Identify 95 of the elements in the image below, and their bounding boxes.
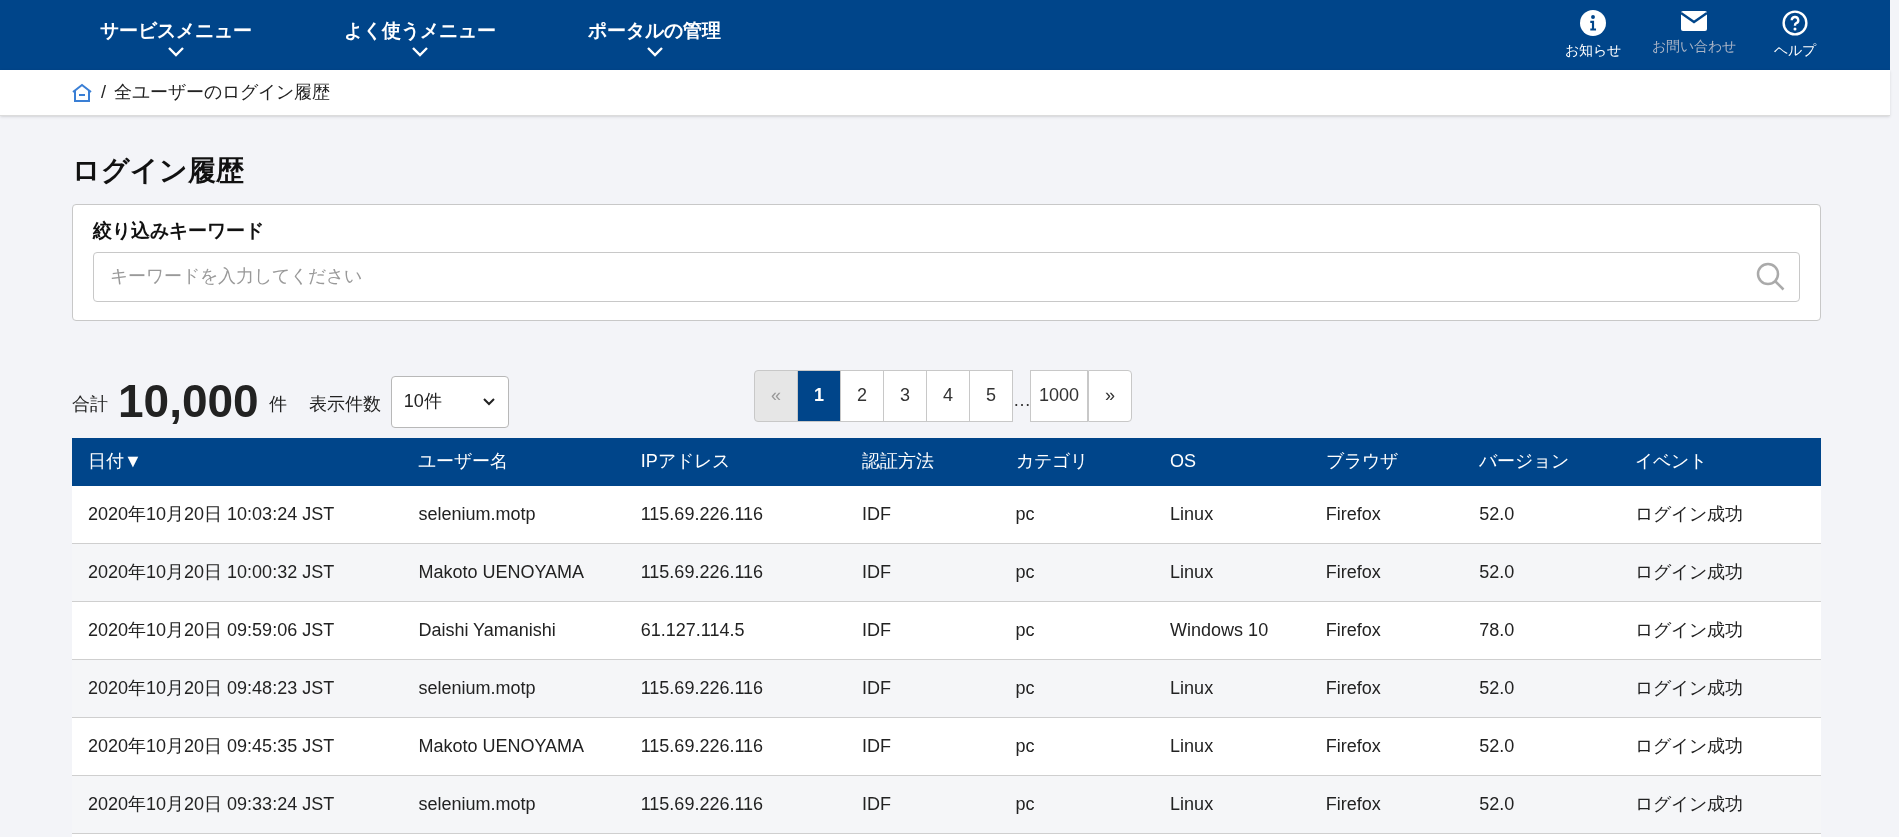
table-cell: 2020年10月20日 09:59:06 JST <box>72 601 403 660</box>
column-header: イベント <box>1618 437 1821 486</box>
table-cell: 2020年10月20日 10:00:32 JST <box>72 543 403 602</box>
total-count: 10,000 <box>118 377 259 428</box>
table-cell: ログイン成功 <box>1618 717 1821 776</box>
table-cell: ログイン成功 <box>1618 543 1821 602</box>
page-number-button[interactable]: 3 <box>883 369 927 422</box>
table-cell: Firefox <box>1309 717 1464 776</box>
page-number-button[interactable]: 4 <box>926 369 970 422</box>
breadcrumb-current: 全ユーザーのログイン履歴 <box>114 81 330 104</box>
table-cell: 2020年10月20日 09:48:23 JST <box>72 659 403 718</box>
table-cell: pc <box>999 543 1155 602</box>
page-number-button[interactable]: 1 <box>797 369 841 422</box>
table-cell: selenium.motp <box>402 659 625 718</box>
table-cell: 115.69.226.116 <box>624 659 846 718</box>
table-cell: IDF <box>845 659 1000 718</box>
table-cell: 115.69.226.116 <box>624 775 846 834</box>
table-cell: selenium.motp <box>402 485 625 544</box>
chevron-down-icon <box>411 45 429 57</box>
help-icon <box>1782 9 1808 36</box>
table-cell: Firefox <box>1309 601 1464 660</box>
table-cell: pc <box>999 601 1155 660</box>
next-page-button[interactable]: » <box>1088 369 1133 422</box>
table-cell: 52.0 <box>1463 543 1619 602</box>
table-cell: Windows 10 <box>1154 601 1310 660</box>
nav-action-button[interactable]: お知らせ <box>1560 9 1626 61</box>
table-cell: Firefox <box>1309 485 1464 544</box>
table-cell: Firefox <box>1309 775 1464 834</box>
nav-menu-button[interactable]: よく使うメニュー <box>344 13 496 57</box>
table-cell: ログイン成功 <box>1618 601 1821 660</box>
column-header: OS <box>1154 437 1310 486</box>
page-title: ログイン履歴 <box>72 154 245 188</box>
page-size-select[interactable]: 10件 <box>390 375 509 428</box>
breadcrumb-separator: / <box>101 81 106 104</box>
search-icon[interactable] <box>1756 261 1786 292</box>
table-cell: IDF <box>845 543 1000 602</box>
column-header: 認証方法 <box>845 437 1000 486</box>
column-header: バージョン <box>1463 437 1619 486</box>
table-cell: ログイン成功 <box>1618 485 1821 544</box>
table-cell: 52.0 <box>1463 717 1619 776</box>
count-unit: 件 <box>268 392 287 416</box>
table-cell: 115.69.226.116 <box>624 543 846 602</box>
total-label: 合計 <box>72 392 108 416</box>
table-cell: Makoto UENOYAMA <box>402 717 625 776</box>
table-cell: Firefox <box>1309 543 1464 602</box>
table-cell: 115.69.226.116 <box>624 717 846 776</box>
column-header: ブラウザ <box>1309 437 1464 486</box>
table-cell: pc <box>999 717 1155 776</box>
page-number-button[interactable]: 5 <box>969 369 1013 422</box>
table-cell: Linux <box>1154 543 1310 602</box>
table-cell: 2020年10月20日 09:45:35 JST <box>72 717 403 776</box>
table-cell: pc <box>999 659 1155 718</box>
column-header: ユーザー名 <box>402 437 625 486</box>
table-cell: Linux <box>1154 717 1310 776</box>
table-cell: 115.69.226.116 <box>624 485 846 544</box>
chevron-down-icon <box>645 45 664 57</box>
table-cell: 61.127.114.5 <box>624 601 846 660</box>
table-cell: IDF <box>845 717 1000 776</box>
table-cell: Linux <box>1154 485 1310 544</box>
nav-menu-button[interactable]: ポータルの管理 <box>588 13 721 57</box>
page-size-label: 表示件数 <box>308 392 381 416</box>
info-icon <box>1580 9 1606 36</box>
chevron-down-icon <box>481 397 496 406</box>
chevron-down-icon <box>167 45 185 57</box>
mail-icon <box>1680 9 1708 32</box>
table-cell: IDF <box>845 601 1000 660</box>
column-header: カテゴリ <box>999 437 1155 486</box>
table-cell: 2020年10月20日 09:33:24 JST <box>72 775 403 834</box>
table-cell: IDF <box>845 485 1000 544</box>
table-cell: selenium.motp <box>402 775 625 834</box>
home-icon[interactable] <box>71 82 93 103</box>
table-cell: ログイン成功 <box>1618 659 1821 718</box>
table-cell: Linux <box>1154 775 1310 834</box>
table-cell: pc <box>999 775 1155 834</box>
table-cell: Makoto UENOYAMA <box>402 543 625 602</box>
table-cell: Linux <box>1154 659 1310 718</box>
table-cell: IDF <box>845 775 1000 834</box>
filter-label: 絞り込みキーワード <box>93 219 265 243</box>
nav-menu-button[interactable]: サービスメニュー <box>100 13 252 57</box>
table-cell: 52.0 <box>1463 659 1619 718</box>
table-cell: 78.0 <box>1463 601 1619 660</box>
table-cell: Daishi Yamanishi <box>402 601 625 660</box>
page-number-button[interactable]: 2 <box>840 369 884 422</box>
table-cell: Firefox <box>1309 659 1464 718</box>
table-cell: pc <box>999 485 1155 544</box>
table-cell: 52.0 <box>1463 485 1619 544</box>
table-cell: ログイン成功 <box>1618 775 1821 834</box>
column-header[interactable]: 日付▼ <box>72 437 403 486</box>
table-cell: 52.0 <box>1463 775 1619 834</box>
keyword-search-field[interactable]: キーワードを入力してください <box>93 251 1800 302</box>
nav-action-button[interactable]: ヘルプ <box>1762 9 1828 61</box>
table-cell: 2020年10月20日 10:03:24 JST <box>72 485 403 544</box>
column-header: IPアドレス <box>624 437 846 486</box>
page-number-button[interactable]: 1000 <box>1030 369 1089 422</box>
pagination-ellipsis: … <box>1013 388 1031 412</box>
